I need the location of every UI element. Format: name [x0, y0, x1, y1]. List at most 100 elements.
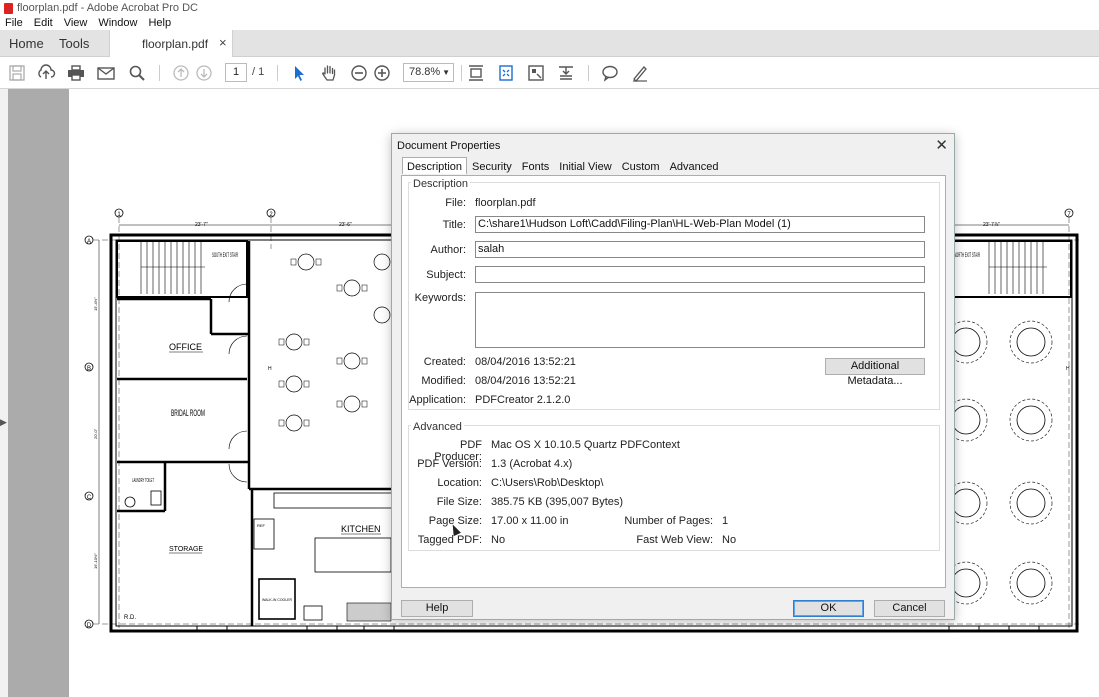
grid-label-b: B	[87, 366, 91, 372]
room-label-laundry: LAUNDRY TOILET	[132, 478, 154, 484]
menu-file[interactable]: File	[5, 17, 23, 29]
title-bar: floorplan.pdf - Adobe Acrobat Pro DC	[0, 0, 1099, 16]
dimension-label: 23'-6"	[339, 222, 352, 228]
left-navigation-panel: ▶	[0, 89, 69, 697]
cancel-button[interactable]: Cancel	[874, 600, 945, 617]
zoom-select[interactable]: 78.8% ▼	[403, 63, 454, 82]
pdf-version-label: PDF Version:	[417, 458, 482, 470]
tab-fonts[interactable]: Fonts	[517, 159, 555, 174]
file-size-label: File Size:	[436, 496, 482, 508]
toolbar-divider	[588, 65, 589, 81]
menu-bar: File Edit View Window Help	[0, 16, 1099, 30]
search-icon[interactable]	[127, 63, 147, 83]
grid-label-1: 1	[117, 212, 121, 218]
zoom-in-icon[interactable]	[372, 63, 392, 83]
dimension-label: 16'-10½"	[93, 553, 98, 569]
document-properties-dialog: Document Properties ✕ Description Securi…	[391, 133, 955, 620]
navigation-strip[interactable]	[0, 89, 8, 697]
fit-page-icon[interactable]	[496, 63, 516, 83]
print-icon[interactable]	[66, 63, 86, 83]
room-label-north-stair: NORTH EXIT STAIR	[954, 253, 980, 259]
file-value: floorplan.pdf	[475, 197, 536, 209]
file-label: File:	[445, 197, 466, 209]
full-screen-icon[interactable]	[526, 63, 546, 83]
room-label-rd: R.D.	[124, 615, 136, 621]
room-label-office: OFFICE	[169, 342, 202, 352]
grid-label-d: D	[87, 623, 92, 629]
close-icon[interactable]: ✕	[935, 136, 948, 154]
number-of-pages-value: 1	[722, 515, 729, 527]
tab-home[interactable]: Home	[9, 36, 44, 51]
dialog-title: Document Properties	[397, 140, 501, 152]
mail-icon[interactable]	[96, 63, 116, 83]
room-label-bridal-room: BRIDAL ROOM	[171, 408, 205, 418]
tab-description[interactable]: Description	[402, 157, 468, 174]
pdf-version-value: 1.3 (Acrobat 4.x)	[491, 458, 573, 470]
tab-close-icon[interactable]: ×	[219, 35, 227, 50]
author-field[interactable]: salah	[475, 241, 925, 258]
tagged-pdf-label: Tagged PDF:	[417, 534, 482, 546]
next-page-icon[interactable]	[194, 63, 214, 83]
save-icon[interactable]	[7, 63, 27, 83]
menu-view[interactable]: View	[64, 17, 88, 29]
page-size-value: 17.00 x 11.00 in	[491, 515, 569, 527]
title-label: Title:	[442, 219, 466, 231]
tab-custom[interactable]: Custom	[617, 159, 665, 174]
pdf-producer-value: Mac OS X 10.10.5 Quartz PDFContext	[491, 439, 680, 451]
grid-label-a: A	[87, 239, 91, 245]
help-button[interactable]: Help	[401, 600, 473, 617]
label-h: H	[1066, 366, 1070, 372]
toolbar-divider	[277, 65, 278, 81]
tab-advanced[interactable]: Advanced	[665, 159, 724, 174]
tagged-pdf-value: No	[491, 534, 506, 546]
fast-web-view-label: Fast Web View:	[636, 534, 713, 546]
page-size-label: Page Size:	[428, 515, 482, 527]
tab-tools[interactable]: Tools	[59, 36, 89, 51]
number-of-pages-label: Number of Pages:	[624, 515, 713, 527]
fast-web-view-value: No	[722, 534, 737, 546]
hand-icon[interactable]	[319, 63, 339, 83]
author-label: Author:	[430, 244, 466, 256]
modified-value: 08/04/2016 13:52:21	[475, 375, 576, 387]
zoom-out-icon[interactable]	[349, 63, 369, 83]
tab-document[interactable]: floorplan.pdf ×	[109, 30, 233, 57]
page-number-input[interactable]: 1	[225, 63, 247, 82]
title-field[interactable]: C:\share1\Hudson Loft\Cadd\Filing-Plan\H…	[475, 216, 925, 233]
upload-icon[interactable]	[36, 63, 56, 83]
ok-button[interactable]: OK	[793, 600, 864, 617]
expand-panel-icon[interactable]: ▶	[0, 417, 7, 428]
tab-security[interactable]: Security	[467, 159, 517, 174]
application-label: Application:	[409, 394, 466, 406]
tab-initial-view[interactable]: Initial View	[554, 159, 616, 174]
acrobat-logo-icon	[4, 2, 13, 14]
window-title: floorplan.pdf - Adobe Acrobat Pro DC	[17, 2, 198, 14]
room-label-storage: STORAGE	[169, 546, 203, 553]
read-mode-icon[interactable]	[556, 63, 576, 83]
keywords-field[interactable]	[475, 292, 925, 348]
chevron-down-icon: ▼	[442, 68, 450, 77]
created-label: Created:	[423, 356, 466, 368]
grid-label-c: C	[87, 495, 92, 501]
toolbar: 1 / 1 78.8% ▼	[0, 57, 1099, 89]
menu-help[interactable]: Help	[148, 17, 171, 29]
select-icon[interactable]	[289, 63, 309, 83]
scroll-mode-icon[interactable]	[466, 63, 486, 83]
subject-field[interactable]	[475, 266, 925, 283]
comment-icon[interactable]	[600, 63, 620, 83]
description-panel: Description File: floorplan.pdf Title: C…	[401, 175, 946, 588]
menu-window[interactable]: Window	[98, 17, 137, 29]
grid-label-2: 2	[269, 212, 273, 218]
toolbar-divider	[461, 65, 462, 81]
tabs-bar: Home Tools floorplan.pdf ×	[0, 30, 1099, 57]
sign-icon[interactable]	[630, 63, 650, 83]
prev-page-icon[interactable]	[171, 63, 191, 83]
grid-label-7: 7	[1067, 212, 1071, 218]
additional-metadata-button[interactable]: Additional Metadata...	[825, 358, 925, 387]
menu-edit[interactable]: Edit	[34, 17, 53, 29]
tab-document-label: floorplan.pdf	[142, 37, 209, 51]
room-label-kitchen: KITCHEN	[341, 524, 381, 534]
dimension-label: 20'-0"	[93, 428, 98, 439]
file-size-value: 385.75 KB (395,007 Bytes)	[491, 496, 624, 508]
room-label-cooler: WALK-IN COOLER	[262, 597, 292, 602]
modified-label: Modified:	[421, 375, 466, 387]
